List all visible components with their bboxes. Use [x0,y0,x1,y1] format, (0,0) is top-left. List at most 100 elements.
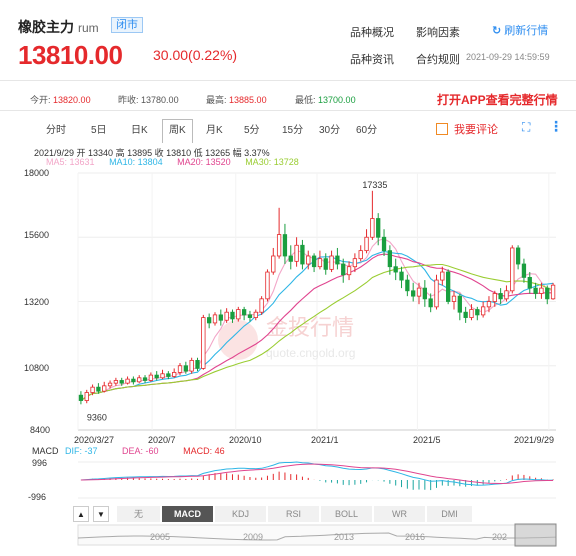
candle-body [195,359,200,369]
candle-body [177,365,183,373]
candle-body [230,311,235,320]
candle-body [241,309,247,316]
candle-body [148,374,154,381]
candle-body [224,311,229,321]
candle-body [446,271,451,302]
indicator-rsi[interactable]: RSI [268,506,320,522]
candle-body [282,234,288,257]
quote-page: 橡胶主力 rum 闭市 13810.00 30.00(0.22%) 品种概况 影响… [0,0,576,556]
candle-body [550,284,556,300]
candle-body [370,218,375,238]
candle-body [405,279,410,292]
candle-body [259,298,264,313]
candle-body [416,287,422,297]
candle-body [247,314,253,318]
candle-body [142,377,148,381]
candle-body [480,306,486,316]
candle-body [521,263,527,278]
indicator-macd[interactable]: MACD [162,506,214,522]
macd-legend: MACD DIF: -37 DEA: -60 MACD: 46 [32,446,225,456]
candle-body [346,266,352,276]
candle-body [364,236,369,252]
candle-body [311,255,317,268]
candle-body [463,311,468,318]
indicator-boll[interactable]: BOLL [321,506,373,522]
candle-body [393,266,398,273]
candle-body [510,247,515,292]
candle-body [451,295,457,302]
candle-body [411,290,416,297]
candle-body [469,309,474,318]
candle-body [271,255,276,273]
nav-year: 2005 [150,532,171,542]
candle-body [102,385,107,392]
candle-body [475,309,480,316]
nav-year: 202 [492,532,508,542]
candle-body [137,377,142,383]
candle-body [125,378,130,384]
candle-body [381,236,387,252]
candle-body [422,287,427,300]
navigator-handle[interactable] [514,523,557,547]
max-label: 17335 [362,180,387,190]
candle-body [323,258,328,270]
indicator-kdj[interactable]: KDJ [215,506,267,522]
candle-body [253,311,258,318]
arrow-down-icon[interactable]: ▼ [93,506,109,522]
candle-body [341,263,346,276]
candle-body [131,378,136,383]
watermark-url: quote.cngold.org [266,346,355,360]
candle-body [527,277,532,289]
macd-title: MACD [32,446,59,456]
candle-body [236,309,241,320]
arrow-up-icon[interactable]: ▲ [73,506,89,522]
indicator-none[interactable]: 无 [117,506,161,522]
candle-body [212,314,218,324]
macd-tick: -996 [28,492,47,502]
candle-body [492,293,497,302]
candle-body [376,218,381,238]
candle-body [306,255,311,265]
nav-year: 2009 [243,532,264,542]
candlestick-chart[interactable]: 金投行情 quote.cngold.org 17335 9360 [0,0,576,556]
candle-body [486,301,492,308]
dif-line [80,461,554,486]
macd-dea: DEA: -60 [122,446,159,456]
candle-body [172,372,177,377]
candle-body [189,359,194,372]
candle-body [265,271,270,300]
indicator-bar: ▲ ▼ 无 MACD KDJ RSI BOLL WR DMI [73,506,473,522]
candle-body [329,255,334,270]
candle-body [160,373,165,379]
candle-body [96,386,101,392]
candle-body [399,271,404,281]
candle-body [434,279,439,308]
candle-body [335,255,340,265]
candle-body [119,380,124,384]
indicator-dmi[interactable]: DMI [427,506,473,522]
indicator-wr[interactable]: WR [374,506,426,522]
candle-body [107,382,113,387]
candle-body [504,290,509,300]
candle-body [201,317,206,369]
candle-body [78,394,84,401]
candle-body [387,250,393,268]
candle-body [166,373,171,377]
candle-body [207,317,212,324]
candle-body [113,380,119,384]
candle-body [545,287,550,300]
candle-body [317,258,323,268]
candle-body [183,365,188,372]
macd-dif: DIF: -37 [65,446,98,456]
candle-body [288,255,293,262]
candle-body [300,244,305,265]
candle-body [539,287,544,294]
candle-body [90,386,95,393]
macd-value: MACD: 46 [183,446,225,456]
candle-body [428,298,433,308]
candle-body [154,374,159,379]
candle-body [515,247,521,265]
nav-year: 2016 [405,532,426,542]
candle-body [358,250,363,260]
candle-body [440,271,445,281]
